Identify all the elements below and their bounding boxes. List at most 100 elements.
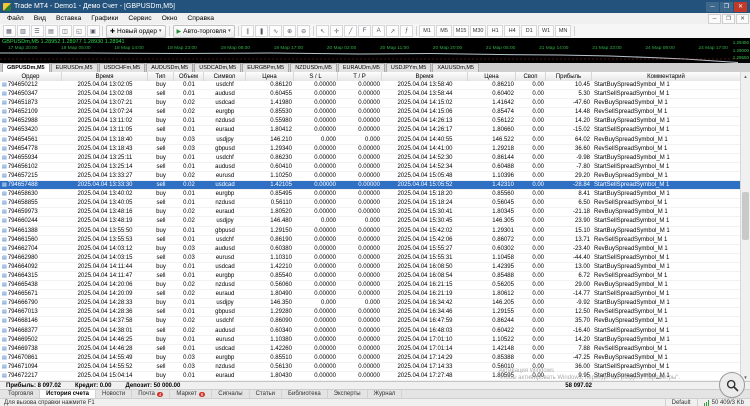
strategy-tester-icon[interactable]: ▣ xyxy=(86,25,100,37)
column-header[interactable]: Символ xyxy=(204,72,246,81)
indicators-icon[interactable]: ƒ xyxy=(400,25,414,37)
scroll-up-arrow[interactable]: ▲ xyxy=(741,72,750,80)
timeframe-button[interactable]: M1 xyxy=(419,25,436,37)
menu-item[interactable]: Вставка xyxy=(51,15,86,22)
market-watch-icon[interactable]: ☰ xyxy=(30,25,44,37)
table-row[interactable]: ▤794662704 2025.04.04 14:03:12 buy 0.03 audu… xyxy=(0,245,741,254)
column-header[interactable]: Комментарий xyxy=(592,72,741,81)
column-header[interactable]: Цена xyxy=(246,72,294,81)
bar-chart-icon[interactable]: ∥ xyxy=(241,25,255,37)
table-row[interactable]: ▤794669738 2025.04.04 14:46:28 sell 0.01 usd… xyxy=(0,345,741,354)
chart-canvas[interactable]: GBPUSDm,M5 1.28952 1.28977 1.28930 1.289… xyxy=(0,38,750,63)
chart-tab[interactable]: XAUUSDm,M5 xyxy=(432,63,479,72)
scrollbar-thumb[interactable] xyxy=(742,192,749,240)
column-header[interactable]: Время xyxy=(382,72,468,81)
chart-tab[interactable]: USDCADm,M5 xyxy=(194,63,242,72)
table-row[interactable]: ▤794655934 2025.04.04 13:25:11 buy 0.01 usdc… xyxy=(0,154,741,163)
text-label-icon[interactable]: A xyxy=(372,25,386,37)
table-row[interactable]: ▤794665671 2025.04.04 14:20:09 sell 0.02 eur… xyxy=(0,290,741,300)
connection-status[interactable]: 50 409/3 Kb xyxy=(696,399,750,406)
line-chart-icon[interactable]: ∿ xyxy=(269,25,283,37)
navigator-icon[interactable]: ◫ xyxy=(58,25,72,37)
data-window-icon[interactable]: ▤ xyxy=(44,25,58,37)
table-row[interactable]: ▤794650347 2025.04.04 13:02:08 sell 0.01 aud… xyxy=(0,90,741,100)
table-row[interactable]: ▤794653420 2025.04.04 13:11:05 sell 0.01 eur… xyxy=(0,126,741,136)
new-order-button[interactable]: ✚ Новый ордер ▾ xyxy=(106,24,166,38)
zoom-overlay-button[interactable] xyxy=(719,372,745,398)
table-row[interactable]: ▤794671094 2025.04.04 14:55:52 sell 0.03 nzd… xyxy=(0,363,741,372)
table-row[interactable]: ▤794669502 2025.04.04 14:46:25 buy 0.01 euru… xyxy=(0,336,741,345)
crosshair-icon[interactable]: ✛ xyxy=(330,25,344,37)
candlestick-icon[interactable]: ❚ xyxy=(255,25,269,37)
minimize-button[interactable]: ─ xyxy=(706,1,719,12)
timeframe-button[interactable]: H4 xyxy=(504,25,521,37)
chart-tab[interactable]: EURGBPm,M5 xyxy=(242,63,290,72)
table-row[interactable]: ▤794667013 2025.04.04 14:28:36 sell 0.01 gbp… xyxy=(0,308,741,318)
chart-tab[interactable]: EURAUDm,M5 xyxy=(337,63,385,72)
table-row[interactable]: ▤794654778 2025.04.04 13:18:43 sell 0.03 gbp… xyxy=(0,145,741,154)
table-row[interactable]: ▤794661388 2025.04.04 13:55:50 buy 0.01 gbpu… xyxy=(0,227,741,236)
column-header[interactable]: Тип xyxy=(148,72,174,81)
menu-item[interactable]: Вид xyxy=(29,15,51,22)
column-header[interactable]: Объем xyxy=(174,72,204,81)
table-row[interactable]: ▤794652109 2025.04.04 13:07:24 sell 0.02 eur… xyxy=(0,108,741,118)
column-header[interactable]: S / L xyxy=(294,72,338,81)
column-header[interactable]: Цена xyxy=(468,72,516,81)
timeframe-button[interactable]: MN xyxy=(555,25,572,37)
table-row[interactable]: ▤794664315 2025.04.04 14:11:47 sell 0.01 eur… xyxy=(0,272,741,282)
table-row[interactable]: ▤794666790 2025.04.04 14:28:33 buy 0.01 usdj… xyxy=(0,299,741,309)
table-row[interactable]: ▤794652988 2025.04.04 13:11:02 buy 0.01 nzdu… xyxy=(0,117,741,127)
timeframe-button[interactable]: W1 xyxy=(538,25,555,37)
timeframe-button[interactable]: M30 xyxy=(470,25,487,37)
zoom-out-icon[interactable]: ⊖ xyxy=(297,25,311,37)
chart-tab[interactable]: USDCHFm,M5 xyxy=(98,63,146,72)
column-header[interactable]: Ордер xyxy=(0,72,62,81)
table-row[interactable]: ▤794657488 2025.04.04 13:33:30 sell 0.02 usd… xyxy=(0,181,741,191)
trendline-icon[interactable]: ╱ xyxy=(344,25,358,37)
column-header[interactable]: Прибыль xyxy=(546,72,592,81)
menu-item[interactable]: Справка xyxy=(182,15,219,22)
table-row[interactable]: ▤794670861 2025.04.04 14:55:49 buy 0.03 eurg… xyxy=(0,354,741,363)
maximize-button[interactable]: ❐ xyxy=(720,1,733,12)
chart-tab[interactable]: AUDUSDm,M5 xyxy=(146,63,194,72)
table-row[interactable]: ▤794672217 2025.04.04 15:04:14 buy 0.01 eura… xyxy=(0,372,741,381)
arrow-object-icon[interactable]: ↗ xyxy=(386,25,400,37)
column-header[interactable]: T / P xyxy=(338,72,382,81)
zoom-in-icon[interactable]: ⊕ xyxy=(283,25,297,37)
chart-tab[interactable]: USDJPYm,M5 xyxy=(385,63,432,72)
timeframe-button[interactable]: M5 xyxy=(436,25,453,37)
new-chart-icon[interactable]: ▦ xyxy=(2,25,16,37)
vertical-scrollbar[interactable]: ▲ ▼ xyxy=(740,72,750,381)
table-row[interactable]: ▤794656102 2025.04.04 13:25:14 sell 0.01 aud… xyxy=(0,163,741,172)
table-row[interactable]: ▤794668377 2025.04.04 14:38:01 sell 0.02 aud… xyxy=(0,327,741,336)
menu-item[interactable]: Графики xyxy=(86,15,123,22)
menu-item[interactable]: Файл xyxy=(2,15,29,22)
table-row[interactable]: ▤794659973 2025.04.04 13:48:16 buy 0.02 eura… xyxy=(0,208,741,218)
child-close-button[interactable]: ✕ xyxy=(736,13,749,24)
timeframe-button[interactable]: M15 xyxy=(453,25,470,37)
child-minimize-button[interactable]: ─ xyxy=(708,13,721,24)
table-row[interactable]: ▤794658630 2025.04.04 13:40:02 buy 0.01 eurg… xyxy=(0,190,741,200)
table-row[interactable]: ▤794664092 2025.04.04 14:11:44 buy 0.01 usdc… xyxy=(0,263,741,272)
column-header[interactable]: Своп xyxy=(516,72,546,81)
fibonacci-icon[interactable]: F xyxy=(358,25,372,37)
table-row[interactable]: ▤794662980 2025.04.04 14:03:15 sell 0.03 eur… xyxy=(0,254,741,263)
child-restore-button[interactable]: ❐ xyxy=(722,13,735,24)
table-row[interactable]: ▤794661560 2025.04.04 13:55:53 sell 0.01 usd… xyxy=(0,236,741,245)
chart-tab[interactable]: EURUSDm,M5 xyxy=(50,63,98,72)
table-row[interactable]: ▤794660244 2025.04.04 13:48:19 sell 0.02 usd… xyxy=(0,217,741,227)
table-row[interactable]: ▤794668146 2025.04.04 14:37:58 buy 0.02 usdc… xyxy=(0,317,741,327)
table-row[interactable]: ▤794650212 2025.04.04 13:02:05 buy 0.01 usdc… xyxy=(0,81,741,91)
table-row[interactable]: ▤794658855 2025.04.04 13:40:05 sell 0.01 nzd… xyxy=(0,199,741,209)
timeframe-button[interactable]: D1 xyxy=(521,25,538,37)
autotrade-button[interactable]: ▶ Авто-торговля ▾ xyxy=(172,24,235,38)
table-row[interactable]: ▤794651873 2025.04.04 13:07:21 buy 0.02 usdc… xyxy=(0,99,741,109)
table-row[interactable]: ▤794654561 2025.04.04 13:18:40 buy 0.03 usdj… xyxy=(0,136,741,145)
close-button[interactable]: ✕ xyxy=(734,1,747,12)
chart-tab[interactable]: GBPUSDm,M5 xyxy=(2,63,50,72)
profiles-icon[interactable]: ▥ xyxy=(16,25,30,37)
menu-item[interactable]: Сервис xyxy=(123,15,156,22)
timeframe-button[interactable]: H1 xyxy=(487,25,504,37)
terminal-icon[interactable]: ◱ xyxy=(72,25,86,37)
chart-tab[interactable]: NZDUSDm,M5 xyxy=(290,63,337,72)
